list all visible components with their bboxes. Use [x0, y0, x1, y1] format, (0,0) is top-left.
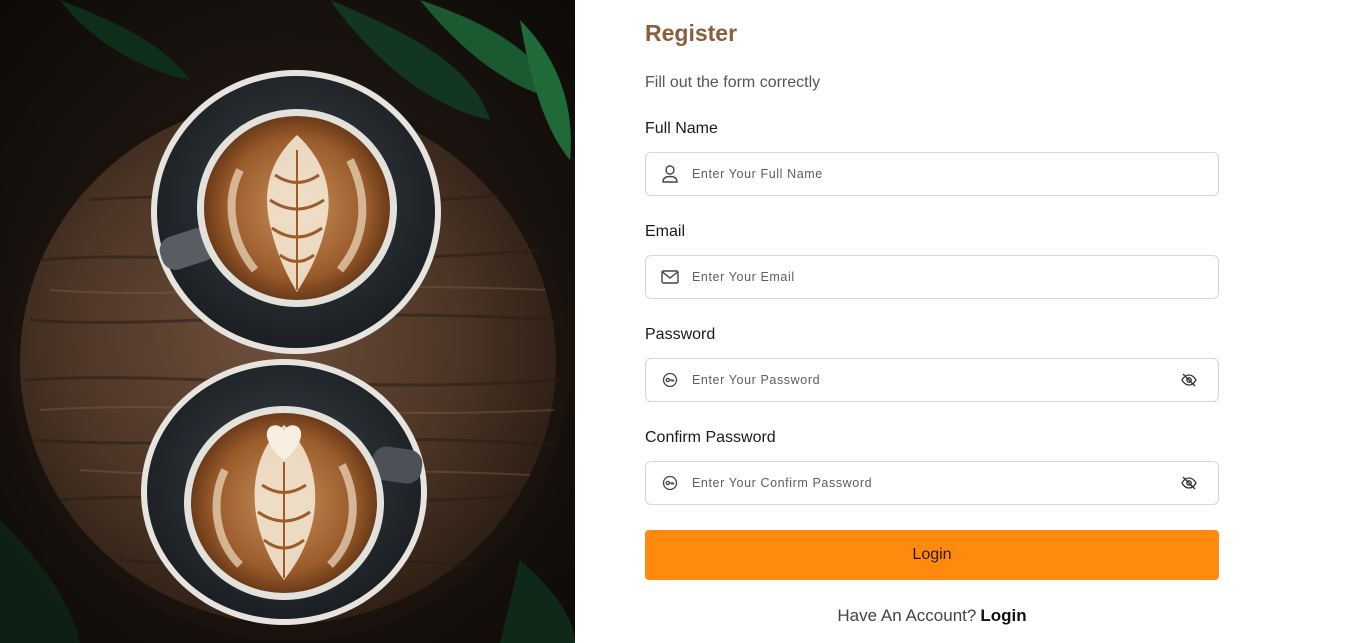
submit-button[interactable]: Login	[645, 530, 1219, 580]
register-page: Register Fill out the form correctly Ful…	[0, 0, 1351, 643]
user-icon	[660, 164, 680, 184]
email-input[interactable]	[692, 256, 1172, 298]
confirm-password-field	[645, 461, 1219, 505]
full-name-field	[645, 152, 1219, 196]
hero-image	[0, 0, 575, 643]
register-form: Register Fill out the form correctly Ful…	[575, 0, 1351, 643]
key-icon	[660, 473, 680, 493]
eye-slash-icon[interactable]	[1180, 474, 1198, 492]
password-input[interactable]	[692, 359, 1172, 401]
form-title: Register	[645, 20, 738, 46]
confirm-password-input[interactable]	[692, 462, 1172, 504]
coffee-illustration	[0, 0, 575, 643]
confirm-password-label: Confirm Password	[645, 429, 776, 446]
footer-prompt-text: Have An Account?	[837, 606, 977, 625]
password-field	[645, 358, 1219, 402]
footer-login-prompt: Have An Account? Login	[645, 606, 1219, 626]
eye-slash-icon[interactable]	[1180, 371, 1198, 389]
bottom-coffee-cup	[141, 359, 427, 625]
password-label: Password	[645, 326, 716, 343]
form-subtitle: Fill out the form correctly	[645, 74, 821, 91]
login-link[interactable]: Login	[980, 606, 1026, 625]
email-label: Email	[645, 223, 686, 240]
email-field	[645, 255, 1219, 299]
top-coffee-cup	[151, 70, 441, 354]
full-name-input[interactable]	[692, 153, 1172, 195]
mail-icon	[660, 267, 680, 287]
key-icon	[660, 370, 680, 390]
full-name-label: Full Name	[645, 120, 718, 137]
